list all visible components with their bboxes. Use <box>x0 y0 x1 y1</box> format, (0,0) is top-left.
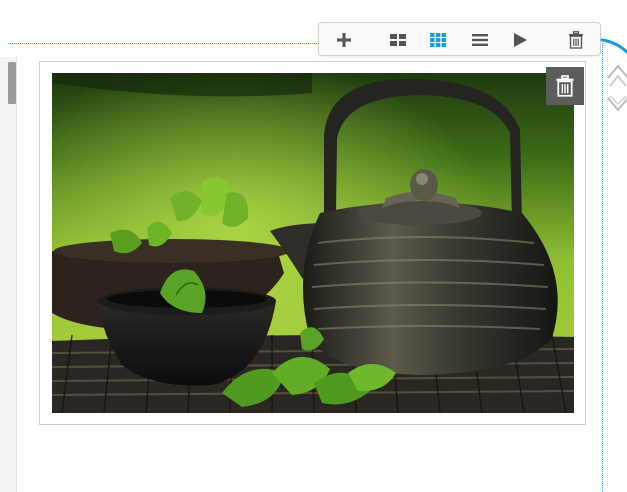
grid-3x3-icon <box>430 33 447 47</box>
left-gutter <box>0 57 17 492</box>
toolbar-connector <box>600 38 627 54</box>
play-icon <box>514 33 527 47</box>
editor-area <box>0 0 627 492</box>
block-toolbar <box>318 22 601 56</box>
move-controls <box>606 60 627 126</box>
layout-three-column-button[interactable] <box>427 29 449 51</box>
delete-image-button[interactable] <box>546 67 584 105</box>
chevron-up-icon[interactable] <box>606 60 627 90</box>
layout-two-column-button[interactable] <box>387 29 409 51</box>
trash-icon <box>556 75 574 97</box>
list-icon <box>472 34 488 46</box>
teapot-with-mint-photo[interactable] <box>52 73 574 413</box>
selection-guide-right <box>602 43 603 492</box>
play-button[interactable] <box>509 29 531 51</box>
left-scroll-handle[interactable] <box>8 62 16 104</box>
add-button[interactable] <box>333 29 355 51</box>
layout-list-button[interactable] <box>469 29 491 51</box>
delete-block-button[interactable] <box>565 29 587 51</box>
trash-icon <box>569 31 583 49</box>
chevron-down-icon[interactable] <box>606 92 627 122</box>
plus-icon <box>337 33 351 47</box>
grid-2x2-icon <box>390 34 406 46</box>
